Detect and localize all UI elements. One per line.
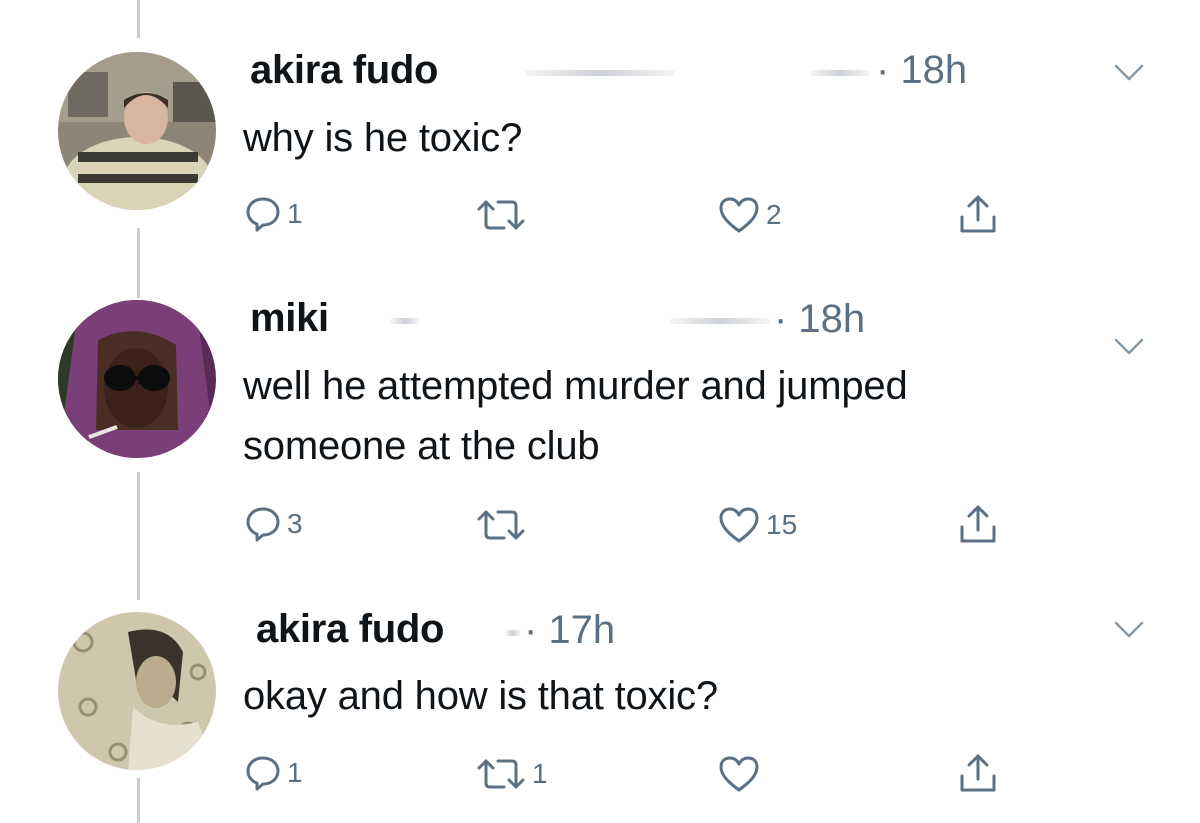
reply-button[interactable]: 1	[245, 754, 303, 792]
avatar[interactable]	[58, 612, 216, 770]
retweet-icon	[477, 759, 525, 789]
heart-icon	[719, 756, 759, 792]
handle-redacted	[505, 630, 521, 636]
like-button[interactable]	[718, 755, 766, 793]
chevron-down-icon[interactable]	[1113, 620, 1145, 640]
timestamp[interactable]: · 17h	[524, 608, 615, 653]
reply-icon	[246, 756, 280, 791]
display-name[interactable]: akira fudo	[256, 607, 444, 652]
retweet-button[interactable]: 1	[476, 757, 548, 791]
retweet-count: 1	[532, 758, 548, 789]
share-icon	[960, 754, 996, 792]
share-button[interactable]	[957, 752, 999, 794]
tweet[interactable]: akira fudo · 17h okay and how is that to…	[0, 0, 1200, 823]
tweet-text-line: okay and how is that toxic?	[243, 674, 718, 718]
reply-count: 1	[287, 757, 303, 788]
